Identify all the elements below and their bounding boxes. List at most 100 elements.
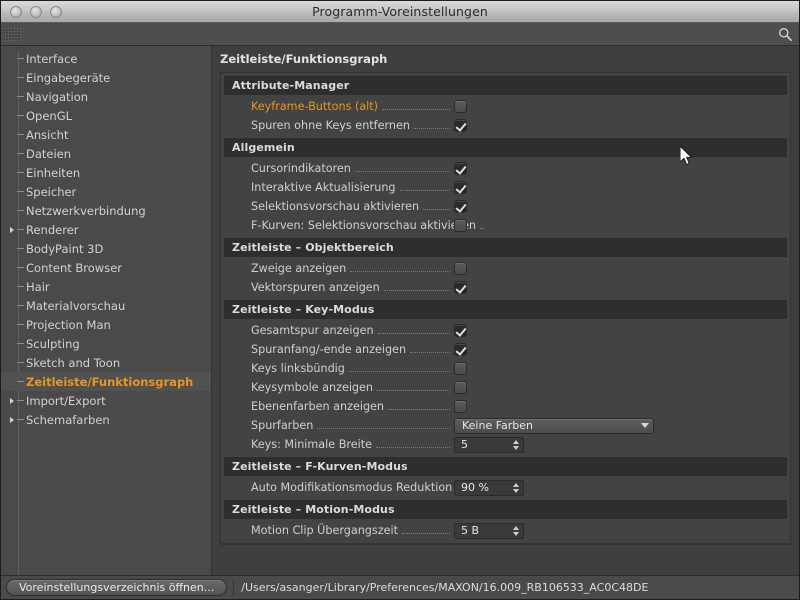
- setting-checkbox[interactable]: [454, 200, 467, 213]
- sidebar-item-netzwerkverbindung[interactable]: Netzwerkverbindung: [1, 201, 211, 220]
- sidebar-item-label: Interface: [26, 52, 78, 66]
- sidebar-item-hair[interactable]: Hair: [1, 277, 211, 296]
- tree-spacer: [7, 54, 17, 64]
- sidebar-item-renderer[interactable]: Renderer: [1, 220, 211, 239]
- sidebar-item-bodypaint-3d[interactable]: BodyPaint 3D: [1, 239, 211, 258]
- prefs-path-text: /Users/asanger/Library/Preferences/MAXON…: [233, 579, 794, 597]
- sidebar-item-label: Import/Export: [26, 394, 106, 408]
- sidebar-item-zeitleiste-funktionsgraph[interactable]: Zeitleiste/Funktionsgraph: [1, 372, 211, 391]
- sidebar-item-label: Eingabegeräte: [26, 71, 110, 85]
- expand-triangle-icon[interactable]: [7, 225, 17, 235]
- sidebar-item-label: Content Browser: [26, 261, 122, 275]
- sidebar-item-eingabeger-te[interactable]: Eingabegeräte: [1, 68, 211, 87]
- tree-branch-icon: [17, 400, 24, 401]
- sidebar-item-einheiten[interactable]: Einheiten: [1, 163, 211, 182]
- settings-row: Vektorspuren anzeigen: [221, 278, 790, 297]
- settings-row: Keys linksbündig: [221, 359, 790, 378]
- sidebar-item-sculpting[interactable]: Sculpting: [1, 334, 211, 353]
- drag-grip-icon[interactable]: [4, 27, 21, 41]
- tree-branch-icon: [17, 210, 24, 211]
- sidebar-item-speicher[interactable]: Speicher: [1, 182, 211, 201]
- setting-checkbox[interactable]: [454, 381, 467, 394]
- setting-checkbox[interactable]: [454, 343, 467, 356]
- window-title: Programm-Voreinstellungen: [1, 4, 799, 19]
- setting-checkbox[interactable]: [454, 181, 467, 194]
- stepper-arrows-icon[interactable]: [511, 438, 520, 451]
- open-prefs-directory-button[interactable]: Voreinstellungsverzeichnis öffnen...: [6, 579, 227, 596]
- setting-checkbox[interactable]: [454, 100, 467, 113]
- tree-branch-icon: [17, 229, 24, 230]
- setting-label: Vektorspuren anzeigen: [251, 281, 380, 294]
- stepper-arrows-icon[interactable]: [511, 524, 520, 537]
- setting-checkbox[interactable]: [454, 219, 467, 232]
- stepper-arrows-icon[interactable]: [511, 481, 520, 494]
- settings-row: F-Kurven: Selektionsvorschau aktivieren: [221, 216, 790, 235]
- sidebar-item-sketch-and-toon[interactable]: Sketch and Toon: [1, 353, 211, 372]
- sidebar-item-materialvorschau[interactable]: Materialvorschau: [1, 296, 211, 315]
- search-input[interactable]: [25, 23, 773, 46]
- dotted-leader: [382, 100, 450, 110]
- section-header: Allgemein: [224, 138, 787, 157]
- setting-stepper[interactable]: 5 B: [454, 523, 524, 539]
- sidebar-item-label: Sculpting: [26, 337, 80, 351]
- dotted-leader: [355, 162, 450, 172]
- tree-branch-icon: [17, 305, 24, 306]
- sidebar-item-navigation[interactable]: Navigation: [1, 87, 211, 106]
- preferences-sidebar: Interface Eingabegeräte NavigationOpenGLAn…: [1, 46, 212, 575]
- settings-row: Keyframe-Buttons (alt): [221, 97, 790, 116]
- settings-row: Interaktive Aktualisierung: [221, 178, 790, 197]
- sidebar-item-interface[interactable]: Interface: [1, 49, 211, 68]
- sidebar-item-content-browser[interactable]: Content Browser: [1, 258, 211, 277]
- expand-triangle-icon[interactable]: [7, 396, 17, 406]
- settings-row: Spuranfang/-ende anzeigen: [221, 340, 790, 359]
- tree-branch-icon: [17, 58, 24, 59]
- tree-spacer: [7, 320, 17, 330]
- sidebar-item-label: Projection Man: [26, 318, 111, 332]
- setting-label: Keys: Minimale Breite: [251, 438, 372, 451]
- window-titlebar: Programm-Voreinstellungen: [1, 1, 799, 23]
- settings-row: Cursorindikatoren: [221, 159, 790, 178]
- chevron-down-icon: [641, 423, 649, 428]
- search-magnifier-icon[interactable]: [773, 23, 797, 46]
- stepper-value: 90 %: [461, 481, 511, 494]
- setting-label: Gesamtspur anzeigen: [251, 324, 374, 337]
- dotted-leader: [377, 381, 450, 391]
- sidebar-item-ansicht[interactable]: Ansicht: [1, 125, 211, 144]
- setting-stepper[interactable]: 90 %: [454, 480, 524, 496]
- tree-spacer: [7, 130, 17, 140]
- section-header: Zeitleiste – F-Kurven-Modus: [224, 457, 787, 476]
- sidebar-item-import-export[interactable]: Import/Export: [1, 391, 211, 410]
- tree-branch-icon: [17, 419, 24, 420]
- setting-stepper[interactable]: 5: [454, 437, 524, 453]
- dotted-leader: [400, 181, 450, 191]
- sidebar-item-schemafarben[interactable]: Schemafarben: [1, 410, 211, 429]
- tree-branch-icon: [17, 324, 24, 325]
- sidebar-item-dateien[interactable]: Dateien: [1, 144, 211, 163]
- settings-row: Auto Modifikationsmodus Reduktion90 %: [221, 478, 790, 497]
- setting-label: Keyframe-Buttons (alt): [251, 100, 378, 113]
- tree-spacer: [7, 244, 17, 254]
- expand-triangle-icon[interactable]: [7, 415, 17, 425]
- setting-checkbox[interactable]: [454, 262, 467, 275]
- setting-label: Cursorindikatoren: [251, 162, 351, 175]
- setting-checkbox[interactable]: [454, 400, 467, 413]
- sidebar-item-label: Sketch and Toon: [26, 356, 120, 370]
- settings-row: SpurfarbenKeine Farben: [221, 416, 790, 435]
- setting-checkbox[interactable]: [454, 362, 467, 375]
- setting-checkbox[interactable]: [454, 281, 467, 294]
- settings-row: Keys: Minimale Breite 5: [221, 435, 790, 454]
- sidebar-item-opengl[interactable]: OpenGL: [1, 106, 211, 125]
- dotted-leader: [350, 262, 450, 272]
- search-toolbar: [1, 23, 799, 46]
- setting-checkbox[interactable]: [454, 324, 467, 337]
- setting-dropdown[interactable]: Keine Farben: [454, 418, 654, 434]
- dotted-leader: [376, 438, 450, 448]
- setting-checkbox[interactable]: [454, 162, 467, 175]
- window-body: Interface Eingabegeräte NavigationOpenGLAn…: [1, 46, 799, 575]
- tree-spacer: [7, 168, 17, 178]
- preferences-window: Programm-Voreinstellungen Interface Einga…: [0, 0, 800, 600]
- section-header: Zeitleiste – Key-Modus: [224, 300, 787, 319]
- dotted-leader: [349, 362, 450, 372]
- sidebar-item-projection-man[interactable]: Projection Man: [1, 315, 211, 334]
- setting-checkbox[interactable]: [454, 119, 467, 132]
